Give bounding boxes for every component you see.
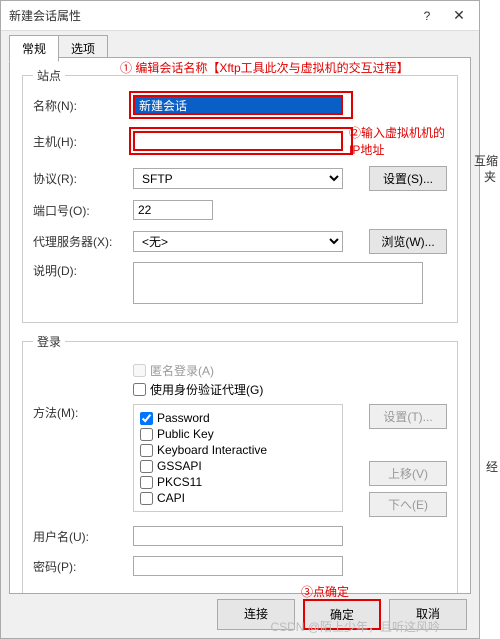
pass-input[interactable] [133,556,343,576]
port-input[interactable] [133,200,213,220]
host-label: 主机(H): [33,133,133,150]
window-title: 新建会话属性 [9,7,407,24]
pass-label: 密码(P): [33,558,133,575]
name-label: 名称(N): [33,97,133,114]
tab-general[interactable]: 常规 [9,35,59,62]
side-text-2: 夹 [484,168,496,185]
method-keyboard[interactable]: Keyboard Interactive [140,443,336,457]
login-legend: 登录 [33,333,65,350]
method-up-button: 上移(V) [369,461,447,486]
method-publickey[interactable]: Public Key [140,427,336,441]
side-text-1: 互缩 [474,152,498,169]
method-label: 方法(M): [33,404,133,421]
method-gssapi[interactable]: GSSAPI [140,459,336,473]
protocol-settings-button[interactable]: 设置(S)... [369,166,447,191]
site-legend: 站点 [33,67,65,84]
anon-checkbox [133,364,146,377]
site-group: 站点 名称(N): 新建会话 主机(H): ②输入虚拟机机的IP地址 协议(R)… [22,67,458,323]
annotation-2: ②输入虚拟机机的IP地址 [349,124,447,158]
watermark: CSDN @陌上少年，且听这风吟 [270,618,440,635]
tab-panel: ① 编辑会话名称【Xftp工具此次与虚拟机的交互过程】 站点 名称(N): 新建… [9,57,471,594]
method-password[interactable]: Password [140,411,336,425]
port-label: 端口号(O): [33,202,133,219]
desc-textarea[interactable] [133,262,423,304]
proxy-label: 代理服务器(X): [33,233,133,250]
proxy-browse-button[interactable]: 浏览(W)... [369,229,447,254]
protocol-select[interactable]: SFTP [133,168,343,189]
anon-checkbox-row: 匿名登录(A) [133,362,447,379]
proxy-select[interactable]: <无> [133,231,343,252]
titlebar: 新建会话属性 ? ✕ [1,1,479,31]
method-capi[interactable]: CAPI [140,491,336,505]
protocol-label: 协议(R): [33,170,133,187]
annotation-3: ③点确定 [301,583,349,600]
method-down-button: 下へ(E) [369,492,447,517]
close-button[interactable]: ✕ [439,1,479,31]
dialog-window: 新建会话属性 ? ✕ 常规 选项 ① 编辑会话名称【Xftp工具此次与虚拟机的交… [0,0,480,639]
method-settings-button: 设置(T)... [369,404,447,429]
login-group: 登录 匿名登录(A) 使用身份验证代理(G) 方法(M): Password P… [22,333,458,594]
host-input[interactable] [133,131,343,151]
user-input[interactable] [133,526,343,546]
name-input[interactable]: 新建会话 [133,95,343,115]
method-pkcs11[interactable]: PKCS11 [140,475,336,489]
methods-list: Password Public Key Keyboard Interactive… [133,404,343,512]
side-text-3: 经 [486,458,498,475]
user-label: 用户名(U): [33,528,133,545]
agent-checkbox[interactable] [133,383,146,396]
desc-label: 说明(D): [33,262,133,279]
agent-checkbox-row[interactable]: 使用身份验证代理(G) [133,381,447,398]
